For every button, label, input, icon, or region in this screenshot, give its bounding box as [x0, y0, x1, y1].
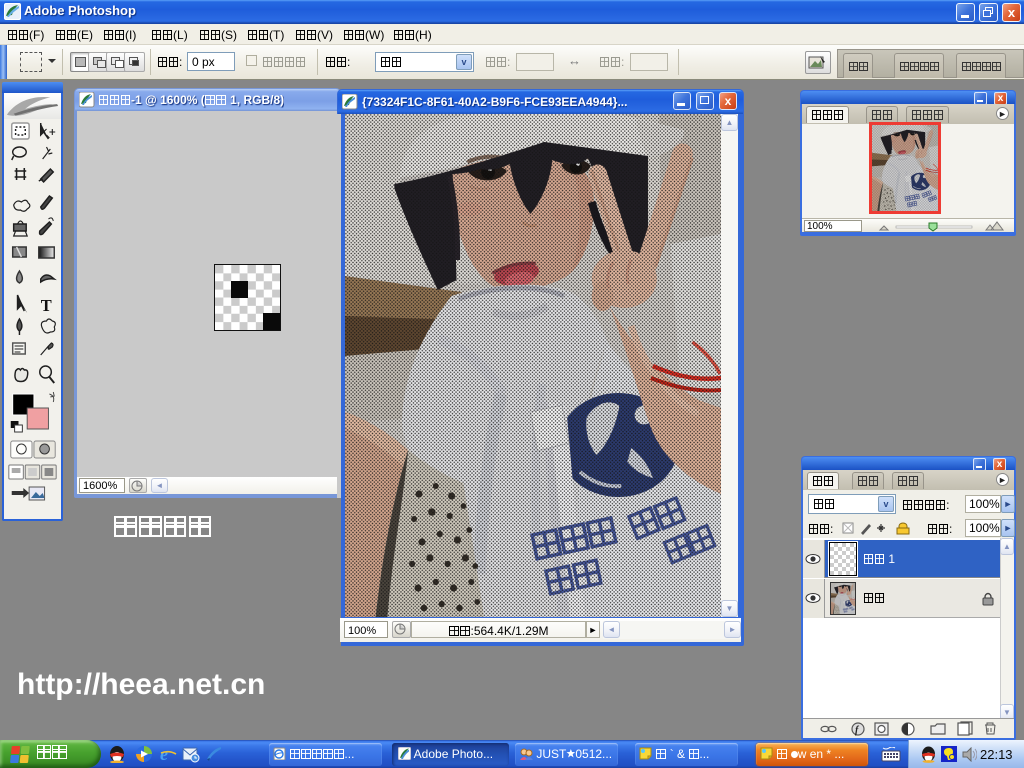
svg-text:e: e	[160, 745, 168, 763]
svg-text:T: T	[41, 296, 52, 315]
